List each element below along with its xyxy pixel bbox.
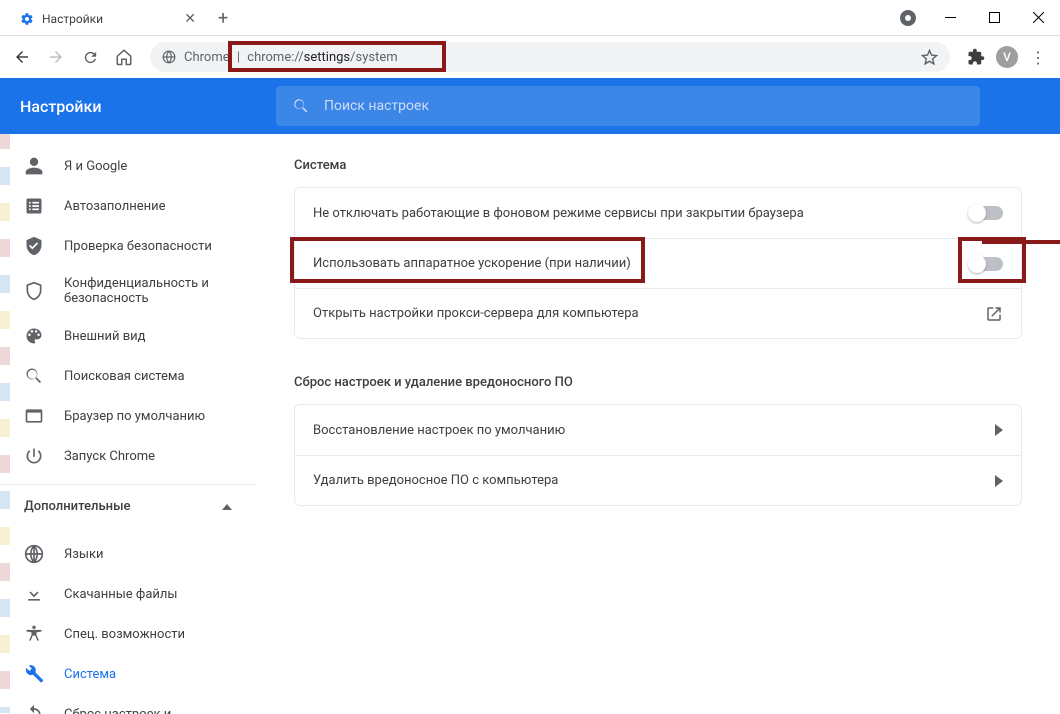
sidebar-item-search[interactable]: Поисковая система <box>0 356 240 396</box>
person-icon <box>24 156 44 176</box>
search-icon <box>24 366 44 386</box>
sidebar-item-reset[interactable]: Сброс настроек и <box>0 694 240 714</box>
row-label: Восстановление настроек по умолчанию <box>313 423 565 438</box>
search-icon <box>292 97 310 115</box>
row-restore-defaults[interactable]: Восстановление настроек по умолчанию <box>295 405 1021 455</box>
sidebar-item-autofill[interactable]: Автозаполнение <box>0 186 240 226</box>
browser-menu-button[interactable]: ⋮ <box>1024 43 1052 71</box>
sidebar-item-person[interactable]: Я и Google <box>0 146 240 186</box>
card-system: Не отключать работающие в фоновом режиме… <box>294 187 1022 339</box>
window-minimize-button[interactable] <box>928 3 972 33</box>
profile-indicator-icon[interactable] <box>900 10 916 26</box>
settings-main: Система Не отключать работающие в фоново… <box>256 134 1060 714</box>
row-remove-malware[interactable]: Удалить вредоносное ПО с компьютера <box>295 455 1021 505</box>
advanced-label: Дополнительные <box>24 499 131 514</box>
globe-icon <box>24 544 44 564</box>
row-background-apps: Не отключать работающие в фоновом режиме… <box>295 188 1021 238</box>
sidebar-item-browser[interactable]: Браузер по умолчанию <box>0 396 240 436</box>
forward-button[interactable] <box>42 43 70 71</box>
card-reset: Восстановление настроек по умолчанию Уда… <box>294 404 1022 506</box>
tab-title: Настройки <box>42 12 103 26</box>
section-title-system: Система <box>294 158 1022 173</box>
sidebar-item-power[interactable]: Запуск Chrome <box>0 436 240 476</box>
sidebar-item-label: Конфиденциальность и безопасность <box>64 276 232 306</box>
sidebar-advanced-header[interactable]: Дополнительные <box>0 484 256 528</box>
sidebar-item-label: Внешний вид <box>64 329 146 344</box>
settings-title: Настройки <box>0 97 276 116</box>
sidebar-item-download[interactable]: Скачанные файлы <box>0 574 240 614</box>
new-tab-button[interactable]: + <box>208 2 238 35</box>
row-proxy-settings[interactable]: Открыть настройки прокси-сервера для ком… <box>295 288 1021 338</box>
row-hardware-acceleration: Использовать аппаратное ускорение (при н… <box>295 238 1021 288</box>
sidebar-item-label: Система <box>64 667 116 682</box>
sidebar-item-label: Я и Google <box>64 159 127 174</box>
sidebar-item-label: Браузер по умолчанию <box>64 409 205 424</box>
settings-search-box[interactable] <box>276 86 980 126</box>
window-close-button[interactable] <box>1016 3 1060 33</box>
sidebar-item-label: Автозаполнение <box>64 199 166 214</box>
home-button[interactable] <box>110 43 138 71</box>
window-titlebar: Настройки ✕ + <box>0 0 1060 36</box>
shield-check-icon <box>24 236 44 256</box>
row-label: Не отключать работающие в фоновом режиме… <box>313 206 804 221</box>
back-button[interactable] <box>8 43 36 71</box>
browser-toolbar: Chrome | chrome://settings/system V ⋮ <box>0 36 1060 78</box>
sidebar-item-label: Проверка безопасности <box>64 239 212 254</box>
profile-avatar[interactable]: V <box>996 46 1018 68</box>
sidebar-item-label: Скачанные файлы <box>64 587 178 602</box>
settings-header: Настройки <box>0 78 1060 134</box>
site-info-icon[interactable] <box>162 50 176 64</box>
sidebar-item-label: Сброс настроек и <box>64 707 171 714</box>
settings-gear-icon <box>20 12 34 26</box>
chevron-right-icon <box>995 475 1003 487</box>
sidebar-item-shield[interactable]: Конфиденциальность и безопасность <box>0 266 240 316</box>
section-title-reset: Сброс настроек и удаление вредоносного П… <box>294 375 1022 390</box>
chevron-right-icon <box>995 424 1003 436</box>
extensions-button[interactable] <box>962 43 990 71</box>
sidebar-item-globe[interactable]: Языки <box>0 534 240 574</box>
tab-close-icon[interactable]: ✕ <box>184 11 196 27</box>
toggle-background-apps[interactable] <box>969 206 1003 220</box>
row-label: Удалить вредоносное ПО с компьютера <box>313 473 558 488</box>
url-display: Chrome | chrome://settings/system <box>184 50 398 65</box>
power-icon <box>24 446 44 466</box>
external-link-icon <box>985 305 1003 323</box>
sidebar-item-wrench[interactable]: Система <box>0 654 240 694</box>
settings-sidebar: Я и Google Автозаполнение Проверка безопас… <box>0 134 256 714</box>
reset-icon <box>24 704 44 714</box>
chevron-up-icon <box>222 504 232 510</box>
browser-icon <box>24 406 44 426</box>
row-label: Использовать аппаратное ускорение (при н… <box>313 256 631 271</box>
palette-icon <box>24 326 44 346</box>
browser-tab[interactable]: Настройки ✕ <box>8 3 208 35</box>
accessibility-icon <box>24 624 44 644</box>
autofill-icon <box>24 196 44 216</box>
sidebar-item-accessibility[interactable]: Спец. возможности <box>0 614 240 654</box>
wrench-icon <box>24 664 44 684</box>
window-controls <box>900 0 1060 35</box>
window-maximize-button[interactable] <box>972 3 1016 33</box>
shield-icon <box>24 281 44 301</box>
reload-button[interactable] <box>76 43 104 71</box>
sidebar-item-palette[interactable]: Внешний вид <box>0 316 240 356</box>
sidebar-item-shield-check[interactable]: Проверка безопасности <box>0 226 240 266</box>
toggle-hardware-acceleration[interactable] <box>969 257 1003 271</box>
row-label: Открыть настройки прокси-сервера для ком… <box>313 306 639 321</box>
settings-search-input[interactable] <box>324 98 964 114</box>
sidebar-item-label: Спец. возможности <box>64 627 185 642</box>
sidebar-item-label: Запуск Chrome <box>64 449 155 464</box>
sidebar-item-label: Языки <box>64 547 104 562</box>
download-icon <box>24 584 44 604</box>
sidebar-item-label: Поисковая система <box>64 369 185 384</box>
bookmark-star-icon[interactable] <box>921 49 938 66</box>
address-bar[interactable]: Chrome | chrome://settings/system <box>150 42 950 72</box>
